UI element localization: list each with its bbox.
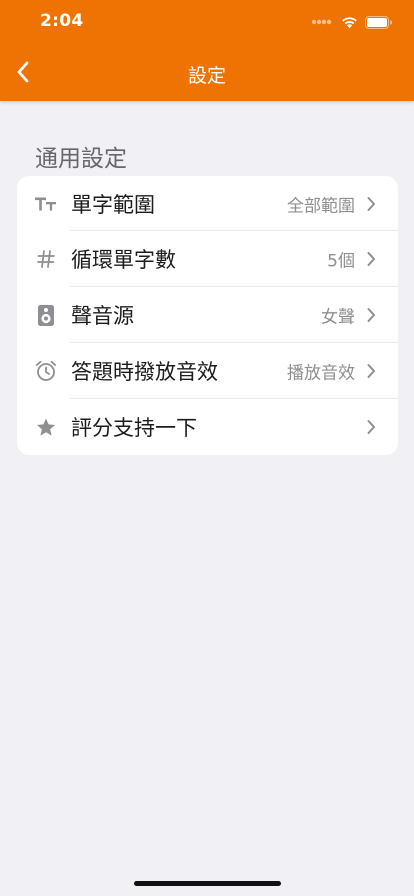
setting-value: 5個 xyxy=(327,251,355,272)
chevron-right-icon xyxy=(367,420,375,434)
app-header: 2:04 設定 xyxy=(0,0,414,101)
cellular-signal-icon xyxy=(311,19,332,25)
setting-row-rate-app[interactable]: 評分支持一下 xyxy=(17,399,398,455)
status-bar-icons xyxy=(311,14,392,30)
page-title: 設定 xyxy=(187,65,226,87)
section-title: 通用設定 xyxy=(35,146,127,172)
alarm-clock-icon xyxy=(35,360,57,382)
wifi-icon xyxy=(342,16,357,28)
setting-row-loop-word-count[interactable]: 循環單字數 5個 xyxy=(17,231,398,287)
chevron-right-icon xyxy=(367,252,375,266)
speaker-icon xyxy=(35,304,57,326)
hashtag-icon xyxy=(35,248,57,270)
setting-label: 答題時撥放音效 xyxy=(71,360,218,384)
star-icon xyxy=(35,416,57,438)
setting-row-word-range[interactable]: 單字範圍 全部範圍 xyxy=(17,176,398,231)
chevron-right-icon xyxy=(367,308,375,322)
setting-row-voice-source[interactable]: 聲音源 女聲 xyxy=(17,287,398,343)
chevron-right-icon xyxy=(367,364,375,378)
setting-label: 評分支持一下 xyxy=(71,416,197,440)
setting-value: 女聲 xyxy=(321,307,355,328)
setting-row-answer-sound[interactable]: 答題時撥放音效 播放音效 xyxy=(17,343,398,399)
setting-label: 聲音源 xyxy=(71,304,134,328)
text-size-icon xyxy=(35,193,57,215)
setting-label: 循環單字數 xyxy=(71,248,176,272)
setting-value: 全部範圍 xyxy=(287,196,355,216)
setting-label: 單字範圍 xyxy=(71,192,155,217)
chevron-right-icon xyxy=(367,196,375,211)
settings-list: 單字範圍 全部範圍 循環單字數 5個 聲音源 女聲 答題時撥放音效 播放音效 評… xyxy=(17,176,398,455)
battery-icon xyxy=(365,15,392,29)
setting-value: 播放音效 xyxy=(287,363,355,384)
home-indicator[interactable] xyxy=(134,881,281,886)
status-bar-time: 2:04 xyxy=(40,11,84,31)
